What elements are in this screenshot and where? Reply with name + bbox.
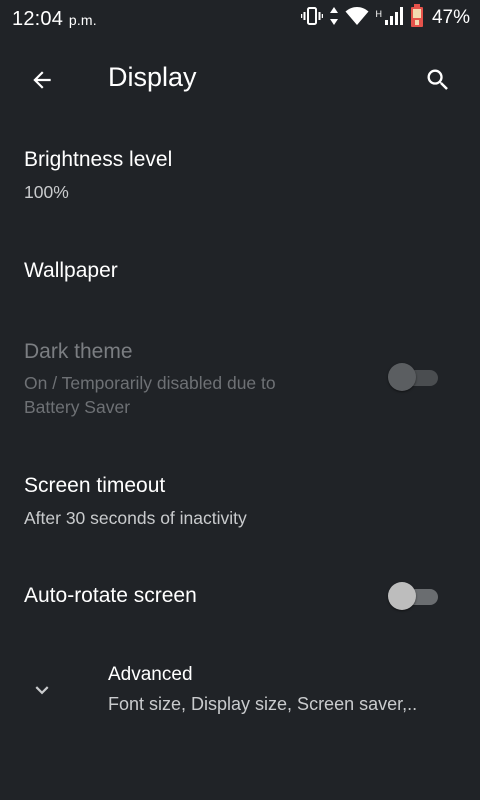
dark-theme-toggle [388, 362, 440, 392]
wifi-icon [345, 6, 369, 31]
setting-title: Wallpaper [24, 259, 118, 282]
status-time-ampm: p.m. [68, 12, 97, 28]
battery-icon [410, 3, 424, 33]
setting-title: Dark theme [24, 340, 133, 363]
setting-title: Auto-rotate screen [24, 584, 197, 607]
search-icon [427, 69, 448, 90]
setting-advanced[interactable]: Advanced Font size, Display size, Screen… [0, 644, 480, 734]
app-bar: Display [0, 40, 480, 118]
setting-screen-timeout[interactable]: Screen timeout After 30 seconds of inact… [0, 452, 480, 556]
status-icons: H 47% [301, 3, 470, 33]
toggle-thumb [388, 363, 416, 391]
data-arrows-icon [329, 6, 339, 31]
battery-percent: 47% [431, 7, 470, 28]
toggle-thumb [388, 582, 416, 610]
setting-title: Screen timeout [24, 474, 166, 497]
setting-summary-line1: On / Temporarily disabled due to [24, 373, 276, 393]
setting-summary: Font size, Display size, Screen saver,.. [108, 694, 418, 714]
page-title: Display [108, 62, 197, 92]
setting-summary: 100% [24, 182, 69, 202]
chevron-down-icon [28, 676, 56, 704]
display-settings-screen: 12:04 p.m. H 47% Display Brightness leve… [0, 0, 480, 800]
setting-summary: After 30 seconds of inactivity [24, 508, 247, 528]
setting-wallpaper[interactable]: Wallpaper [0, 228, 480, 318]
status-time: 12:04 p.m. [12, 8, 97, 31]
status-time-value: 12:04 [12, 8, 64, 30]
status-bar: 12:04 p.m. H 47% [0, 0, 480, 38]
setting-brightness-level[interactable]: Brightness level 100% [0, 126, 480, 228]
vibrate-icon [301, 6, 324, 31]
network-type: H [375, 9, 382, 19]
setting-summary-line2: Battery Saver [24, 397, 131, 417]
search-button[interactable] [416, 58, 460, 102]
signal-icon [384, 6, 404, 31]
arrow-back-icon [33, 71, 51, 89]
auto-rotate-toggle[interactable] [388, 581, 440, 611]
setting-title: Advanced [108, 664, 193, 685]
setting-dark-theme: Dark theme On / Temporarily disabled due… [0, 318, 480, 448]
setting-auto-rotate[interactable]: Auto-rotate screen [0, 556, 480, 640]
setting-title: Brightness level [24, 148, 173, 171]
back-button[interactable] [20, 58, 64, 102]
